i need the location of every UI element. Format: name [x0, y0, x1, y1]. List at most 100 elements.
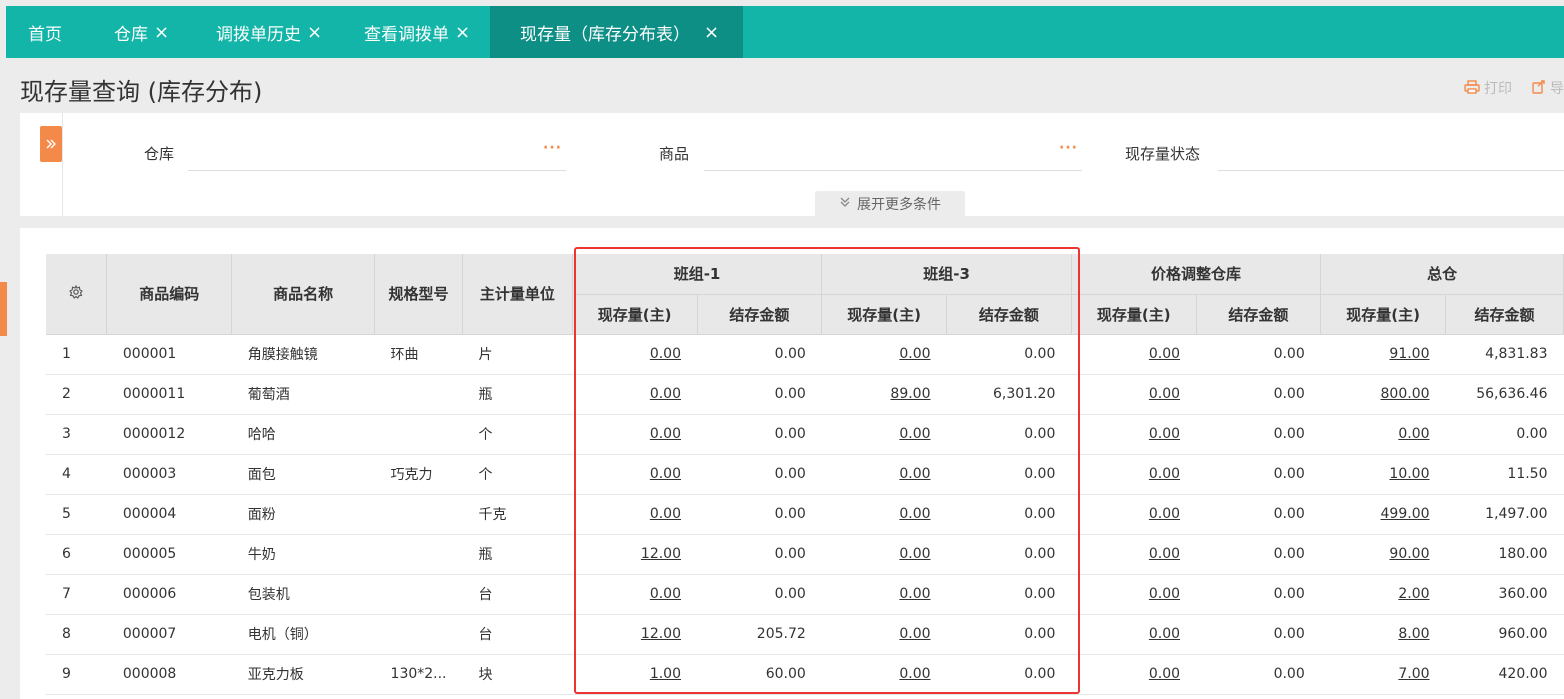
double-chevron-down-icon — [839, 196, 851, 212]
team1-qty-link[interactable]: 0.00 — [572, 414, 697, 455]
table-row[interactable]: 6 000005 牛奶瓶 12.00 0.00 0.00 0.00 0.00 0.00 90.00… — [46, 534, 1564, 575]
table-row[interactable]: 2 0000011 葡萄酒瓶 0.00 0.00 89.00 6,301.20 0.00 0.0… — [46, 374, 1564, 415]
product-unit: 台 — [462, 574, 573, 615]
main-qty-link[interactable]: 8.00 — [1320, 614, 1446, 655]
price-adjust-qty-link[interactable]: 0.00 — [1071, 334, 1197, 375]
team3-amount: 0.00 — [946, 614, 1072, 655]
price-adjust-qty-link[interactable]: 0.00 — [1071, 494, 1197, 535]
team3-qty-link[interactable]: 0.00 — [821, 654, 947, 695]
filter-toggle-button[interactable] — [40, 126, 62, 162]
main-qty-link[interactable]: 10.00 — [1320, 454, 1446, 495]
team1-qty-link[interactable]: 0.00 — [572, 574, 697, 615]
row-index: 2 — [46, 374, 107, 415]
main-qty-link[interactable]: 90.00 — [1320, 534, 1446, 575]
team3-qty-link[interactable]: 0.00 — [821, 414, 947, 455]
tab-label: 调拨单历史 — [216, 24, 301, 45]
team1-qty-link[interactable]: 12.00 — [572, 534, 697, 575]
printer-icon — [1464, 79, 1480, 98]
team3-qty-link[interactable]: 0.00 — [821, 614, 947, 655]
team3-qty-link[interactable]: 0.00 — [821, 574, 947, 615]
team3-qty-link[interactable]: 0.00 — [821, 454, 947, 495]
team1-qty-link[interactable]: 0.00 — [572, 454, 697, 495]
team1-amount: 0.00 — [697, 454, 822, 495]
tab-home[interactable]: 首页 — [6, 6, 92, 58]
header-name[interactable]: 商品名称 — [231, 254, 376, 335]
expand-more-conditions-button[interactable]: 展开更多条件 — [815, 191, 965, 216]
main-amount: 420.00 — [1445, 654, 1564, 695]
team1-qty-link[interactable]: 1.00 — [572, 654, 697, 695]
price-adjust-qty-link[interactable]: 0.00 — [1071, 614, 1197, 655]
header-code[interactable]: 商品编码 — [106, 254, 233, 335]
product-input[interactable] — [704, 170, 1082, 171]
header-qty[interactable]: 现存量(主) — [1320, 294, 1447, 335]
price-adjust-qty-link[interactable]: 0.00 — [1071, 414, 1197, 455]
team3-qty-link[interactable]: 0.00 — [821, 494, 947, 535]
header-qty[interactable]: 现存量(主) — [1071, 294, 1197, 335]
price-adjust-qty-link[interactable]: 0.00 — [1071, 574, 1197, 615]
tab-warehouse[interactable]: 仓库 × — [92, 6, 194, 58]
column-settings[interactable] — [46, 254, 108, 335]
team3-amount: 0.00 — [946, 414, 1072, 455]
tab-transfer-history[interactable]: 调拨单历史 × — [194, 6, 342, 58]
print-button[interactable]: 打印 — [1464, 78, 1512, 98]
table-row[interactable]: 4 000003 面包 巧克力个 0.00 0.00 0.00 0.00 0.00 0.00 10.… — [46, 454, 1564, 495]
tab-inventory-distribution[interactable]: 现存量（库存分布表） × — [490, 6, 744, 58]
export-label: 导 — [1550, 81, 1564, 97]
warehouse-input[interactable] — [188, 170, 566, 171]
header-spec[interactable]: 规格型号 — [374, 254, 464, 335]
row-index: 6 — [46, 534, 107, 575]
filter-panel: 仓库 ··· 商品 ··· 现存量状态 展开更多条件 — [20, 113, 1564, 216]
table-row[interactable]: 5 000004 面粉 千克 0.00 0.00 0.00 0.00 0.00 0.00 499.0… — [46, 494, 1564, 535]
main-qty-link[interactable]: 7.00 — [1320, 654, 1446, 695]
tab-view-transfer[interactable]: 查看调拨单 × — [342, 6, 482, 58]
side-collapse-tab[interactable] — [0, 282, 7, 336]
stock-status-input[interactable] — [1218, 170, 1564, 171]
warehouse-picker-icon[interactable]: ··· — [543, 140, 562, 156]
export-button[interactable]: 导 — [1532, 78, 1564, 98]
close-icon[interactable]: × — [455, 22, 470, 43]
price-adjust-amount: 0.00 — [1196, 574, 1321, 615]
table-row[interactable]: 1 000001 角膜接触镜 环曲片 0.00 0.00 0.00 0.00 0.00 0.00 9… — [46, 334, 1564, 375]
main-qty-link[interactable]: 800.00 — [1320, 374, 1446, 415]
product-unit: 片 — [462, 334, 573, 375]
table-row[interactable]: 3 0000012 哈哈个 0.00 0.00 0.00 0.00 0.00 0.00 0.00 0… — [46, 414, 1564, 455]
team1-amount: 0.00 — [697, 374, 822, 415]
team3-qty-link[interactable]: 0.00 — [821, 534, 947, 575]
header-amount[interactable]: 结存金额 — [1445, 294, 1564, 335]
price-adjust-qty-link[interactable]: 0.00 — [1071, 454, 1197, 495]
product-name: 包装机 — [231, 574, 375, 615]
main-amount: 11.50 — [1445, 454, 1564, 495]
product-label: 商品 — [659, 145, 690, 163]
header-amount[interactable]: 结存金额 — [1196, 294, 1322, 335]
product-code: 000007 — [106, 614, 232, 655]
close-icon[interactable]: × — [307, 22, 322, 43]
header-unit[interactable]: 主计量单位 — [462, 254, 573, 335]
main-qty-link[interactable]: 2.00 — [1320, 574, 1446, 615]
product-spec: 环曲 — [374, 334, 463, 375]
close-icon[interactable]: × — [154, 22, 169, 43]
table-row[interactable]: 8 000007 电机（铜）台 12.00 205.72 0.00 0.00 0.00 0.00… — [46, 614, 1564, 655]
table-row[interactable]: 9 000008 亚克力板 130*2... 块 1.00 60.00 0.00 0.00 0.0… — [46, 654, 1564, 695]
team1-amount: 0.00 — [697, 334, 822, 375]
header-amount[interactable]: 结存金额 — [946, 294, 1072, 335]
main-qty-link[interactable]: 0.00 — [1320, 414, 1446, 455]
product-code: 000003 — [106, 454, 232, 495]
team1-qty-link[interactable]: 0.00 — [572, 494, 697, 535]
main-qty-link[interactable]: 499.00 — [1320, 494, 1446, 535]
header-qty[interactable]: 现存量(主) — [821, 294, 948, 335]
table-row[interactable]: 7 000006 包装机台 0.00 0.00 0.00 0.00 0.00 0.00 2.00 3… — [46, 574, 1564, 615]
team1-qty-link[interactable]: 12.00 — [572, 614, 697, 655]
price-adjust-qty-link[interactable]: 0.00 — [1071, 534, 1197, 575]
team1-qty-link[interactable]: 0.00 — [572, 374, 697, 415]
header-amount[interactable]: 结存金额 — [697, 294, 823, 335]
price-adjust-qty-link[interactable]: 0.00 — [1071, 374, 1197, 415]
price-adjust-qty-link[interactable]: 0.00 — [1071, 654, 1197, 695]
close-icon[interactable]: × — [704, 22, 719, 43]
team3-qty-link[interactable]: 0.00 — [821, 334, 947, 375]
team3-qty-link[interactable]: 89.00 — [821, 374, 947, 415]
product-picker-icon[interactable]: ··· — [1059, 140, 1078, 156]
main-qty-link[interactable]: 91.00 — [1320, 334, 1446, 375]
product-name: 电机（铜） — [231, 614, 375, 655]
header-qty[interactable]: 现存量(主) — [572, 294, 698, 335]
team1-qty-link[interactable]: 0.00 — [572, 334, 697, 375]
